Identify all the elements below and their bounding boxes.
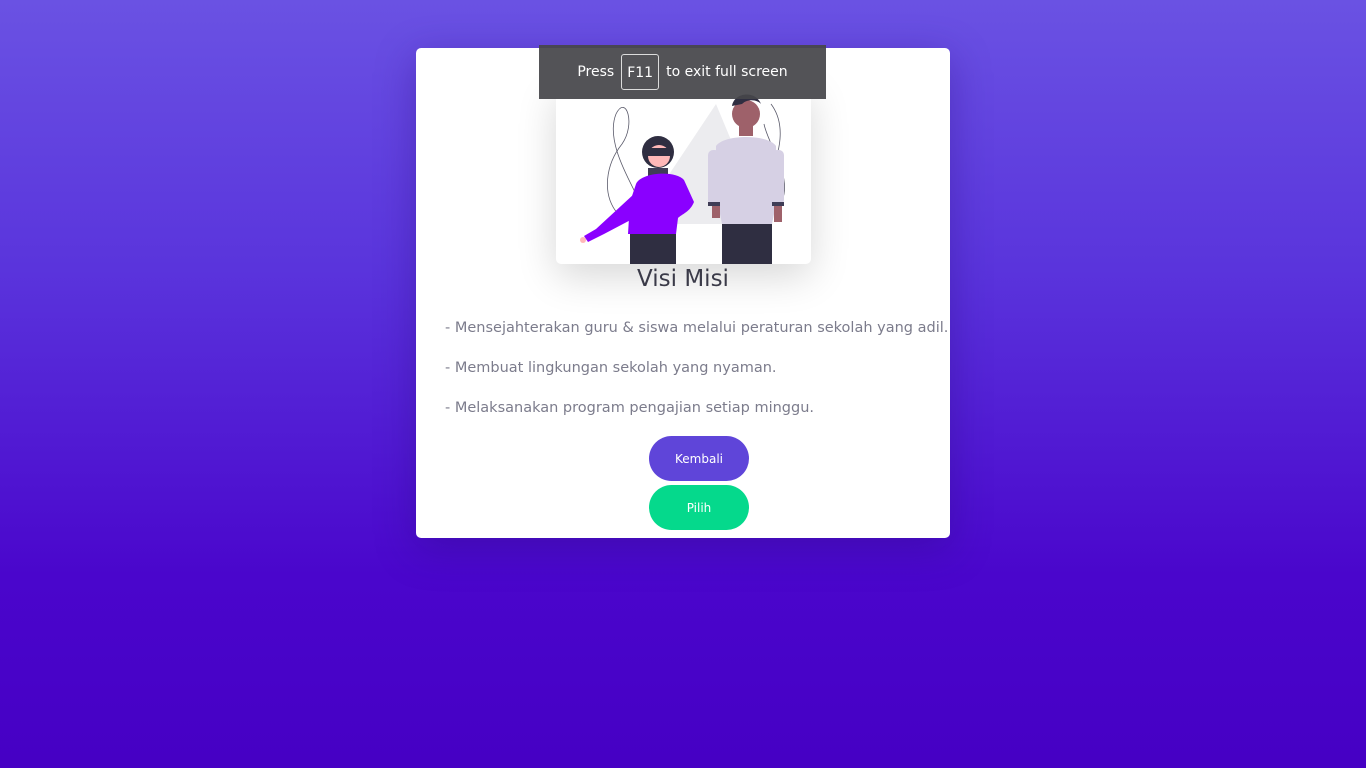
fullscreen-notice-suffix: to exit full screen [666,64,788,80]
mission-list: - Mensejahterakan guru & siswa melalui p… [445,318,949,438]
f11-key-badge: F11 [621,54,660,90]
list-item: - Mensejahterakan guru & siswa melalui p… [445,320,949,336]
page-title: Visi Misi [637,266,729,292]
vision-mission-card: Visi Misi - Mensejahterakan guru & siswa… [416,48,950,538]
fullscreen-notice-prefix: Press [577,64,615,80]
people-illustration [556,84,811,264]
fullscreen-notice: Press F11 to exit full screen [539,45,826,99]
list-item: - Membuat lingkungan sekolah yang nyaman… [445,360,777,376]
back-button[interactable]: Kembali [649,436,749,481]
list-item: - Melaksanakan program pengajian setiap … [445,400,815,416]
choose-button[interactable]: Pilih [649,485,749,530]
